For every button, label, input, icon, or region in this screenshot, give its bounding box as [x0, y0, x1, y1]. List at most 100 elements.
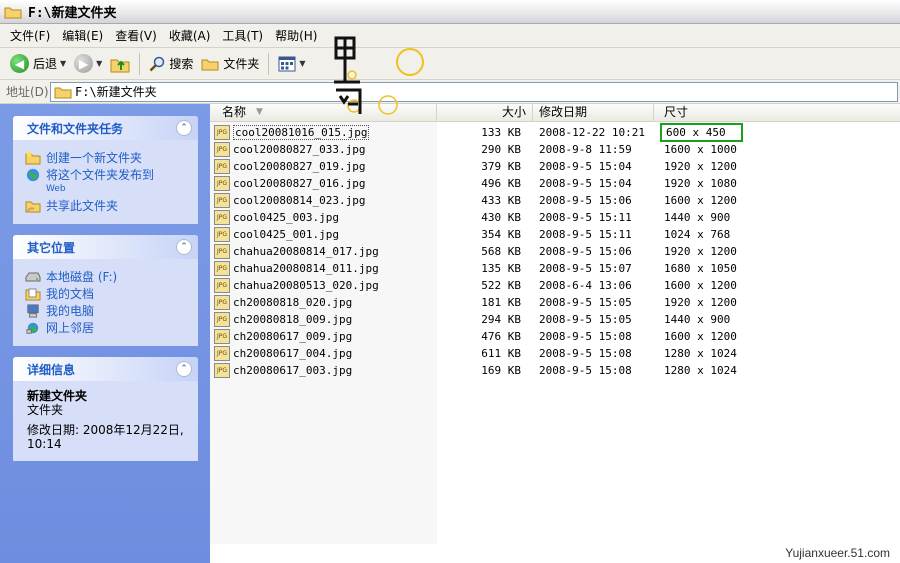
column-header-modified[interactable]: 修改日期 — [533, 104, 654, 122]
file-size: 522 KB — [481, 279, 521, 292]
file-name-cell[interactable]: JPG cool20080814_023.jpg — [210, 193, 437, 208]
file-name: chahua20080814_011.jpg — [233, 262, 379, 275]
file-name-cell[interactable]: JPG chahua20080814_017.jpg — [210, 244, 437, 259]
file-name: ch20080617_003.jpg — [233, 364, 353, 377]
table-row[interactable]: JPG chahua20080814_017.jpg 568 KB 2008-9-5 … — [210, 243, 900, 260]
file-tasks-panel: 文件和文件夹任务 ⌃ 创建一个新文件夹 将这个文件夹发布到 Web 共享此文件夹 — [13, 116, 198, 224]
documents-icon — [25, 288, 41, 301]
file-name: ch20080818_020.jpg — [233, 296, 353, 309]
table-row[interactable]: JPG cool20080827_016.jpg 496 KB 2008-9-5 15… — [210, 175, 900, 192]
file-dimensions: 600 x 450 — [660, 123, 743, 142]
table-row[interactable]: JPG ch20080617_004.jpg 611 KB 2008-9-5 15:0… — [210, 345, 900, 362]
table-row[interactable]: JPG cool20080827_033.jpg 290 KB 2008-9-8 11… — [210, 141, 900, 158]
table-row[interactable]: JPG ch20080617_009.jpg 476 KB 2008-9-5 15:0… — [210, 328, 900, 345]
file-dimensions: 1920 x 1200 — [664, 160, 737, 173]
search-label: 搜索 — [169, 57, 194, 71]
place-network[interactable]: 网上邻居 — [25, 321, 190, 335]
forward-arrow-icon: ▶ — [74, 54, 94, 73]
menu-file[interactable]: 文件(F) — [4, 27, 56, 44]
title-bar: F:\新建文件夹 — [0, 0, 900, 24]
task-new-folder[interactable]: 创建一个新文件夹 — [25, 151, 190, 165]
dropdown-arrow-icon[interactable]: ▼ — [96, 59, 102, 68]
task-share-folder[interactable]: 共享此文件夹 — [25, 199, 190, 213]
file-dimensions: 1440 x 900 — [664, 211, 731, 224]
menu-tools[interactable]: 工具(T) — [216, 27, 269, 44]
task-label: 创建一个新文件夹 — [46, 151, 143, 165]
collapse-icon[interactable]: ⌃ — [176, 120, 192, 136]
file-modified: 2008-9-5 15:05 — [539, 313, 632, 326]
table-row[interactable]: JPG ch20080818_009.jpg 294 KB 2008-9-5 15:0… — [210, 311, 900, 328]
table-row[interactable]: JPG cool20081016_015.jpg 133 KB 2008-12-22 … — [210, 123, 900, 142]
place-my-computer[interactable]: 我的电脑 — [25, 304, 190, 318]
file-dimensions: 1440 x 900 — [664, 313, 731, 326]
file-tasks-header[interactable]: 文件和文件夹任务 ⌃ — [13, 116, 198, 140]
file-size: 169 KB — [481, 364, 521, 377]
file-dimensions: 1680 x 1050 — [664, 262, 737, 275]
menu-edit[interactable]: 编辑(E) — [56, 27, 109, 44]
place-local-disk[interactable]: 本地磁盘 (F:) — [25, 270, 190, 284]
file-modified: 2008-9-5 15:08 — [539, 364, 632, 377]
search-button[interactable]: 搜索 — [145, 51, 197, 77]
file-dimensions: 1920 x 1080 — [664, 177, 737, 190]
toolbar-separator — [139, 52, 141, 75]
column-header-name[interactable]: 名称 ▼ — [210, 104, 437, 122]
menu-view[interactable]: 查看(V) — [109, 27, 163, 44]
file-size: 496 KB — [481, 177, 521, 190]
collapse-icon[interactable]: ⌃ — [176, 239, 192, 255]
dropdown-arrow-icon[interactable]: ▼ — [299, 59, 305, 68]
globe-icon — [26, 168, 40, 182]
table-row[interactable]: JPG ch20080818_020.jpg 181 KB 2008-9-5 15:0… — [210, 294, 900, 311]
details-body: 新建文件夹 文件夹 修改日期: 2008年12月22日, 10:14 — [13, 381, 198, 461]
file-modified: 2008-9-5 15:04 — [539, 160, 632, 173]
file-name-cell[interactable]: JPG cool20080827_019.jpg — [210, 159, 437, 174]
file-name-cell[interactable]: JPG chahua20080513_020.jpg — [210, 278, 437, 293]
table-row[interactable]: JPG chahua20080814_011.jpg 135 KB 2008-9-5 … — [210, 260, 900, 277]
file-size: 135 KB — [481, 262, 521, 275]
column-header-dimensions[interactable]: 尺寸 — [654, 104, 744, 122]
file-name-cell[interactable]: JPG ch20080818_009.jpg — [210, 312, 437, 327]
file-name-cell[interactable]: JPG cool20080827_016.jpg — [210, 176, 437, 191]
file-name-cell[interactable]: JPG ch20080617_004.jpg — [210, 346, 437, 361]
file-name-cell[interactable]: JPG cool20081016_015.jpg — [210, 125, 437, 140]
file-name-cell[interactable]: JPG cool20080827_033.jpg — [210, 142, 437, 157]
collapse-icon[interactable]: ⌃ — [176, 361, 192, 377]
file-size: 476 KB — [481, 330, 521, 343]
table-row[interactable]: JPG chahua20080513_020.jpg 522 KB 2008-6-4 … — [210, 277, 900, 294]
place-label: 我的文档 — [46, 287, 95, 301]
column-header-size[interactable]: 大小 — [437, 104, 533, 122]
file-name: ch20080617_004.jpg — [233, 347, 353, 360]
file-name-cell[interactable]: JPG ch20080617_009.jpg — [210, 329, 437, 344]
dropdown-arrow-icon[interactable]: ▼ — [60, 59, 66, 68]
file-name-cell[interactable]: JPG cool0425_003.jpg — [210, 210, 437, 225]
back-button[interactable]: ◀ 后退 ▼ — [6, 51, 70, 77]
file-name-cell[interactable]: JPG ch20080617_003.jpg — [210, 363, 437, 378]
other-places-panel: 其它位置 ⌃ 本地磁盘 (F:) 我的文档 我的电脑 网上邻居 — [13, 235, 198, 346]
table-row[interactable]: JPG cool20080814_023.jpg 433 KB 2008-9-5 15… — [210, 192, 900, 209]
file-tasks-body: 创建一个新文件夹 将这个文件夹发布到 Web 共享此文件夹 — [13, 140, 198, 224]
address-label: 地址(D) — [6, 85, 49, 99]
menu-favorites[interactable]: 收藏(A) — [163, 27, 217, 44]
table-row[interactable]: JPG cool0425_001.jpg 354 KB 2008-9-5 15:11 1… — [210, 226, 900, 243]
menu-help[interactable]: 帮助(H) — [269, 27, 323, 44]
folders-button[interactable]: 文件夹 — [197, 51, 263, 77]
up-button[interactable] — [106, 51, 134, 77]
jpg-file-icon: JPG — [214, 346, 230, 361]
back-label: 后退 — [33, 57, 58, 71]
place-my-documents[interactable]: 我的文档 — [25, 287, 190, 301]
file-name-cell[interactable]: JPG ch20080818_020.jpg — [210, 295, 437, 310]
table-row[interactable]: JPG cool0425_003.jpg 430 KB 2008-9-5 15:11 1… — [210, 209, 900, 226]
forward-button[interactable]: ▶ ▼ — [70, 51, 106, 77]
menu-bar: 文件(F) 编辑(E) 查看(V) 收藏(A) 工具(T) 帮助(H) — [0, 24, 900, 48]
details-header[interactable]: 详细信息 ⌃ — [13, 357, 198, 381]
panel-title: 文件和文件夹任务 — [27, 121, 124, 136]
table-row[interactable]: JPG cool20080827_019.jpg 379 KB 2008-9-5 15… — [210, 158, 900, 175]
file-name-cell[interactable]: JPG chahua20080814_011.jpg — [210, 261, 437, 276]
other-places-body: 本地磁盘 (F:) 我的文档 我的电脑 网上邻居 — [13, 259, 198, 346]
views-button[interactable]: ▼ — [274, 51, 309, 77]
address-input[interactable]: F:\新建文件夹 — [50, 81, 898, 102]
table-row[interactable]: JPG ch20080617_003.jpg 169 KB 2008-9-5 15:0… — [210, 362, 900, 379]
other-places-header[interactable]: 其它位置 ⌃ — [13, 235, 198, 259]
file-name-cell[interactable]: JPG cool0425_001.jpg — [210, 227, 437, 242]
task-publish-web[interactable]: 将这个文件夹发布到 Web — [25, 168, 190, 196]
details-name: 新建文件夹 — [27, 389, 88, 403]
